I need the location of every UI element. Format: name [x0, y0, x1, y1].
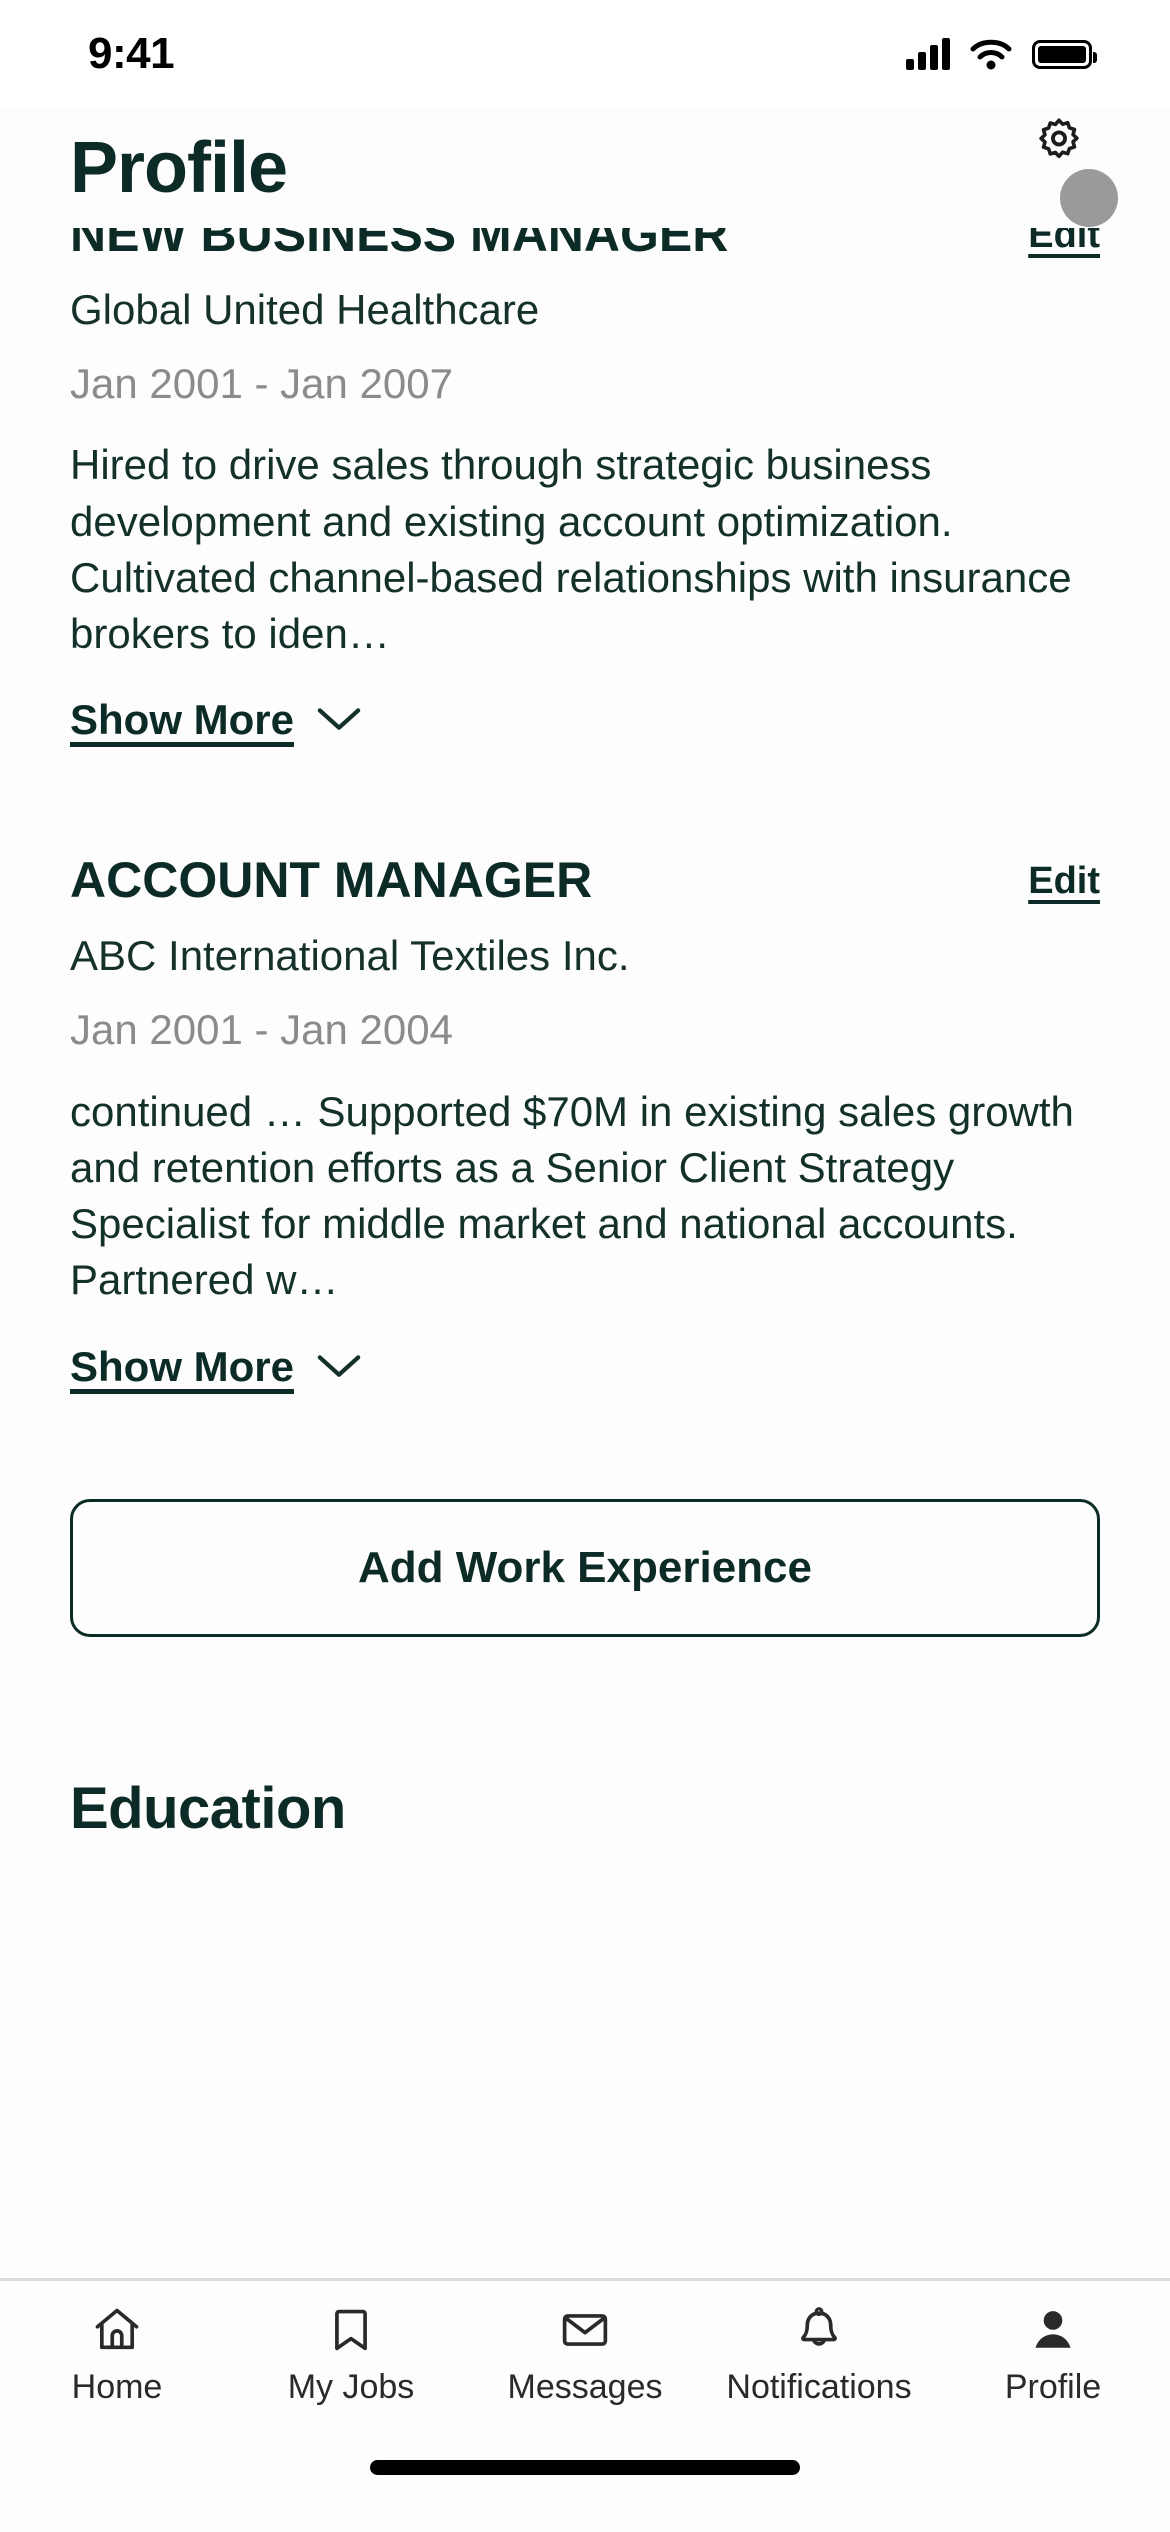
profile-screen: 9:41 Profile NEW BUSINESS MANAGER Edit G… — [0, 0, 1170, 2532]
gear-icon — [1039, 118, 1079, 159]
nav-label-messages: Messages — [507, 2368, 663, 2406]
nav-label-my-jobs: My Jobs — [287, 2368, 415, 2406]
bookmark-icon — [325, 2304, 377, 2356]
show-more-button[interactable]: Show More — [70, 1343, 362, 1391]
header-actions — [1000, 113, 1118, 227]
battery-full-icon — [1032, 39, 1097, 69]
status-icons — [906, 38, 1097, 70]
add-work-experience-button[interactable]: Add Work Experience — [70, 1498, 1100, 1637]
nav-label-notifications: Notifications — [726, 2368, 912, 2406]
job-description: Hired to drive sales through strategic b… — [70, 441, 1072, 658]
signal-bars-icon — [906, 38, 950, 70]
nav-item-home[interactable]: Home — [0, 2304, 234, 2407]
page-title: Profile — [70, 128, 288, 208]
job-dates: Jan 2001 - Jan 2004 — [70, 1006, 453, 1054]
nav-item-profile[interactable]: Profile — [936, 2304, 1170, 2407]
work-experience-item: NEW BUSINESS MANAGER Edit Global United … — [70, 228, 1100, 744]
status-bar: 9:41 — [0, 0, 1170, 108]
nav-item-my-jobs[interactable]: My Jobs — [234, 2304, 468, 2407]
show-more-label: Show More — [70, 696, 295, 744]
chevron-down-icon — [317, 1354, 361, 1377]
job-description: continued … Supported $70M in existing s… — [70, 1087, 1074, 1304]
home-indicator[interactable] — [370, 2460, 800, 2475]
chevron-down-icon — [317, 708, 361, 731]
show-more-label: Show More — [70, 1342, 295, 1390]
job-header-row: NEW BUSINESS MANAGER Edit — [70, 228, 1100, 261]
avatar[interactable] — [1060, 169, 1118, 227]
edit-link[interactable]: Edit — [1028, 854, 1100, 903]
job-title: NEW BUSINESS MANAGER — [70, 228, 729, 262]
person-filled-icon — [1027, 2304, 1079, 2356]
status-time: 9:41 — [88, 29, 175, 78]
home-indicator-area — [0, 2430, 1170, 2532]
job-company: Global United Healthcare — [70, 285, 540, 333]
scroll-content: NEW BUSINESS MANAGER Edit Global United … — [0, 228, 1170, 2298]
job-title: ACCOUNT MANAGER — [70, 852, 593, 909]
home-icon — [91, 2304, 143, 2356]
job-company: ABC International Textiles Inc. — [70, 931, 630, 979]
edit-link[interactable]: Edit — [1028, 228, 1100, 257]
work-experience-item: ACCOUNT MANAGER Edit ABC International T… — [70, 854, 1100, 1390]
settings-button[interactable] — [1030, 115, 1088, 173]
bell-icon — [793, 2304, 845, 2356]
show-more-button[interactable]: Show More — [70, 696, 362, 744]
add-work-experience-label: Add Work Experience — [358, 1542, 812, 1592]
nav-item-messages[interactable]: Messages — [468, 2304, 702, 2407]
bottom-navigation: Home My Jobs Messages Notifications Prof… — [0, 2278, 1170, 2430]
job-header-row: ACCOUNT MANAGER Edit — [70, 854, 1100, 907]
job-dates: Jan 2001 - Jan 2007 — [70, 359, 453, 407]
nav-label-profile: Profile — [1004, 2368, 1102, 2406]
nav-label-home: Home — [71, 2368, 163, 2406]
nav-item-notifications[interactable]: Notifications — [702, 2304, 936, 2407]
page-header: Profile — [0, 108, 1170, 228]
education-section-title: Education — [70, 1775, 346, 1841]
envelope-icon — [559, 2304, 611, 2356]
wifi-icon — [970, 39, 1012, 70]
